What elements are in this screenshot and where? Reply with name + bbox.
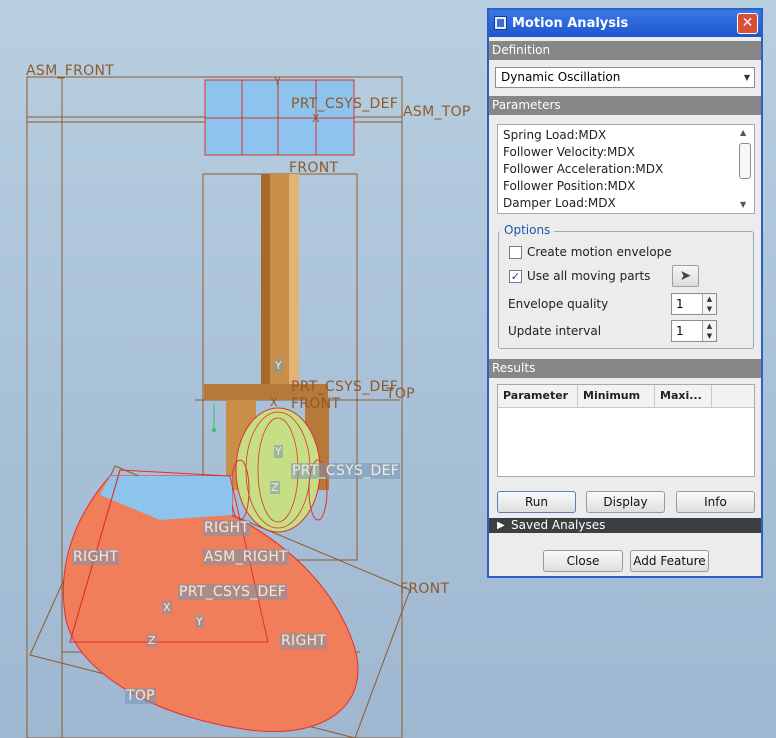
- front-mid-label: FRONT: [291, 396, 341, 412]
- list-item[interactable]: Spring Load:MDX: [503, 128, 606, 142]
- column-header-parameter[interactable]: Parameter: [498, 385, 578, 407]
- parameters-scrollbar[interactable]: ▲ ▼: [738, 126, 753, 212]
- prt-csys-def-low-label: PRT_CSYS_DEF: [291, 463, 401, 479]
- scroll-thumb[interactable]: [739, 143, 751, 179]
- list-item[interactable]: Follower Acceleration:MDX: [503, 162, 663, 176]
- front-top-label: FRONT: [289, 160, 339, 176]
- results-header: Results: [489, 359, 761, 378]
- column-header-minimum[interactable]: Minimum: [578, 385, 655, 407]
- parameters-header: Parameters: [489, 96, 761, 115]
- results-table-header: Parameter Minimum Maxi...: [498, 385, 754, 408]
- right-label-a: RIGHT: [72, 549, 120, 565]
- chevron-down-icon: ▼: [743, 73, 750, 82]
- top-bottom-label: TOP: [125, 688, 156, 704]
- axis-y-top: Y: [274, 75, 282, 88]
- definition-value: Dynamic Oscillation: [501, 70, 621, 84]
- run-button[interactable]: Run: [497, 491, 576, 513]
- axis-z-low: Z: [270, 481, 280, 494]
- chevron-right-icon: ▶: [497, 520, 505, 531]
- asm-right-label: ASM_RIGHT: [203, 549, 290, 565]
- saved-analyses-toggle[interactable]: ▶ Saved Analyses: [489, 518, 761, 533]
- axis-x-cam: X: [162, 601, 172, 614]
- axis-y-cam: Y: [195, 615, 205, 628]
- options-title: Options: [500, 223, 555, 237]
- motion-analysis-dialog: Motion Analysis ✕ Definition Dynamic Osc…: [487, 8, 763, 578]
- close-icon[interactable]: ✕: [737, 13, 758, 34]
- info-button[interactable]: Info: [676, 491, 755, 513]
- top-mid-label: TOP: [386, 386, 415, 402]
- parameters-list[interactable]: Spring Load:MDX Follower Velocity:MDX Fo…: [497, 124, 755, 214]
- scroll-down-icon[interactable]: ▼: [740, 200, 746, 209]
- create-envelope-checkbox[interactable]: [509, 246, 522, 259]
- scroll-up-icon[interactable]: ▲: [740, 128, 746, 137]
- definition-select[interactable]: Dynamic Oscillation ▼: [495, 67, 755, 88]
- list-item[interactable]: Damper Load:MDX: [503, 196, 616, 210]
- update-interval-label: Update interval: [508, 324, 602, 338]
- right-label-c: RIGHT: [280, 633, 328, 649]
- create-envelope-label: Create motion envelope: [527, 245, 672, 259]
- list-item[interactable]: Follower Position:MDX: [503, 179, 635, 193]
- dialog-title: Motion Analysis: [512, 16, 629, 31]
- saved-analyses-label: Saved Analyses: [511, 518, 606, 532]
- spinner-arrows-icon[interactable]: ▲ ▼: [702, 321, 716, 341]
- use-all-parts-label: Use all moving parts: [527, 269, 651, 283]
- add-feature-button[interactable]: Add Feature: [630, 550, 709, 572]
- update-interval-spinner[interactable]: 1 ▲ ▼: [671, 320, 717, 342]
- envelope-quality-value: 1: [676, 297, 684, 311]
- axis-x-top: X: [312, 112, 320, 125]
- prt-csys-def-mid-label: PRT_CSYS_DEF: [291, 379, 399, 395]
- close-button[interactable]: Close: [543, 550, 623, 572]
- select-parts-button[interactable]: ➤: [672, 265, 699, 287]
- axis-y-mid: Y: [274, 359, 284, 372]
- prt-csys-def-top-label: PRT_CSYS_DEF: [291, 96, 399, 112]
- right-label-b: RIGHT: [203, 520, 251, 536]
- spinner-arrows-icon[interactable]: ▲ ▼: [702, 294, 716, 314]
- asm-top-label: ASM_TOP: [403, 104, 471, 120]
- cursor-arrow-icon: ➤: [679, 268, 692, 284]
- results-table[interactable]: Parameter Minimum Maxi...: [497, 384, 755, 477]
- axis-z-cam: Z: [147, 634, 157, 647]
- prt-csys-def-cam-label: PRT_CSYS_DEF: [178, 584, 288, 600]
- app-icon: [494, 16, 507, 30]
- dialog-titlebar[interactable]: Motion Analysis ✕: [489, 10, 761, 37]
- column-header-maximum[interactable]: Maxi...: [655, 385, 712, 407]
- envelope-quality-label: Envelope quality: [508, 297, 609, 311]
- axis-y-low: Y: [274, 445, 284, 458]
- update-interval-value: 1: [676, 324, 684, 338]
- front-right-label: FRONT: [400, 581, 450, 597]
- list-item[interactable]: Follower Velocity:MDX: [503, 145, 635, 159]
- envelope-quality-spinner[interactable]: 1 ▲ ▼: [671, 293, 717, 315]
- axis-x-mid: X: [270, 396, 278, 409]
- use-all-parts-checkbox[interactable]: ✓: [509, 270, 522, 283]
- asm-front-label: ASM_FRONT: [26, 63, 115, 79]
- definition-header: Definition: [489, 41, 761, 60]
- display-button[interactable]: Display: [586, 491, 665, 513]
